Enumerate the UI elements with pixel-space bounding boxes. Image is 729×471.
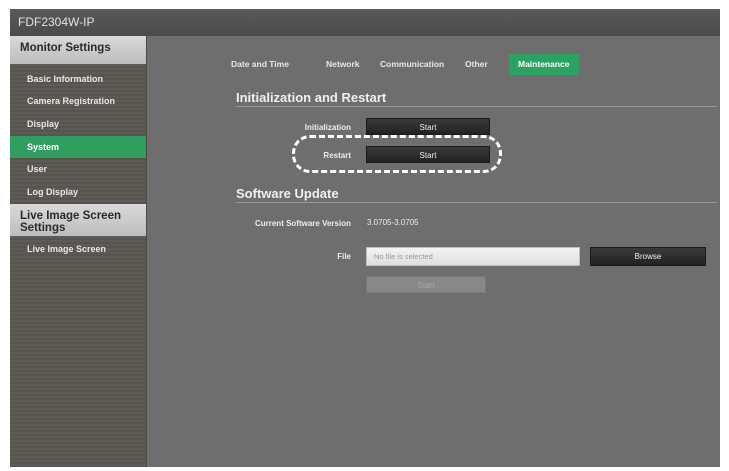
sidebar-item-basic-information[interactable]: Basic Information [10,68,146,90]
sidebar-item-label: User [27,164,48,174]
section-divider [236,202,717,203]
sidebar-section-title: Monitor Settings [20,42,111,54]
file-label: File [337,252,351,261]
sidebar-item-system[interactable]: System [10,136,146,158]
current-software-version-value: 3.0705-3.0705 [367,218,419,227]
file-path-field[interactable]: No file is selected [366,247,580,266]
section-title-software-update: Software Update [236,186,339,201]
sidebar-item-log-display[interactable]: Log Display [10,181,146,203]
initialization-start-button[interactable]: Start [366,118,490,135]
app-title: FDF2304W-IP [18,15,95,29]
sidebar-section-monitor-settings[interactable]: Monitor Settings [10,36,146,64]
tab-maintenance[interactable]: Maintenance [509,54,579,75]
restart-label: Restart [323,151,351,160]
software-update-start-button[interactable]: Start [366,276,486,293]
sidebar-section-live-image-screen-settings[interactable]: Live Image Screen Settings [10,204,146,236]
tab-network[interactable]: Network [326,54,360,75]
section-title-initialization-restart: Initialization and Restart [236,90,387,105]
sidebar-item-user[interactable]: User [10,158,146,180]
browse-button[interactable]: Browse [590,247,706,266]
sidebar-item-display[interactable]: Display [10,113,146,135]
tab-date-and-time[interactable]: Date and Time [231,54,289,75]
sidebar-item-label: Log Display [27,187,79,197]
sidebar: Monitor Settings Basic Information Camer… [10,36,147,467]
title-bar: FDF2304W-IP [10,9,720,36]
tab-communication[interactable]: Communication [380,54,444,75]
current-software-version-label: Current Software Version [254,219,351,228]
sidebar-item-label: System [27,142,60,152]
sidebar-item-label: Basic Information [27,74,104,84]
sidebar-section-title: Live Image Screen Settings [20,210,121,234]
app-window: FDF2304W-IP Monitor Settings Basic Infor… [10,9,720,467]
sidebar-item-label: Live Image Screen [27,244,107,254]
sidebar-item-camera-registration[interactable]: Camera Registration [10,90,146,112]
sidebar-item-label: Camera Registration [27,96,116,106]
restart-start-button[interactable]: Start [366,146,490,163]
tab-other[interactable]: Other [465,54,488,75]
main-content: Date and Time Network Communication Othe… [147,36,720,467]
section-divider [236,106,717,107]
sidebar-item-live-image-screen[interactable]: Live Image Screen [10,238,146,260]
initialization-label: Initialization [304,123,351,132]
sidebar-item-label: Display [27,119,60,129]
